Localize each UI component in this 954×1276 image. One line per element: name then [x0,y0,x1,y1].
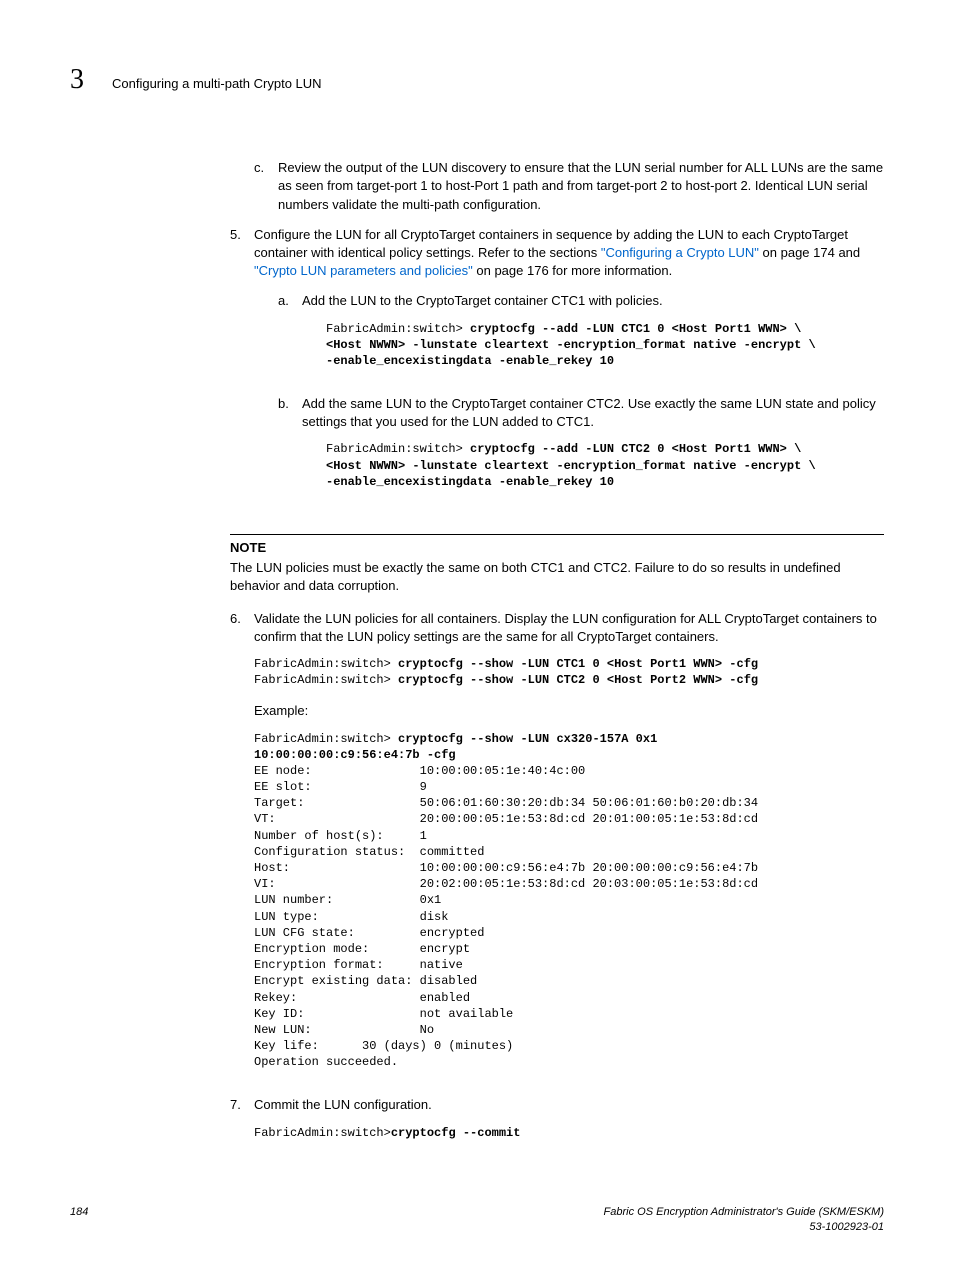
step-text: Validate the LUN policies for all contai… [254,610,884,646]
step-text: on page 174 and [759,245,860,260]
step-5a: a. Add the LUN to the CryptoTarget conta… [278,292,884,383]
example-label: Example: [254,702,884,720]
list-marker: c. [254,159,278,214]
list-marker: 7. [230,1096,254,1154]
code-block: FabricAdmin:switch> cryptocfg --show -LU… [254,656,884,688]
footer-title: Fabric OS Encryption Administrator's Gui… [604,1205,884,1220]
prompt: FabricAdmin:switch> [326,322,470,336]
chapter-number: 3 [70,60,84,99]
note-text: The LUN policies must be exactly the sam… [230,559,884,595]
step-text: Add the LUN to the CryptoTarget containe… [302,292,884,310]
command-output: EE node: 10:00:00:05:1e:40:4c:00 EE slot… [254,764,758,1069]
step-text: on page 176 for more information. [473,263,672,278]
header-title: Configuring a multi-path Crypto LUN [112,75,322,93]
page-footer: 184 Fabric OS Encryption Administrator's… [70,1205,884,1236]
list-marker: 5. [230,226,254,516]
page-header: 3 Configuring a multi-path Crypto LUN [70,60,884,99]
step-text: Review the output of the LUN discovery t… [278,159,884,214]
list-marker: b. [278,395,302,504]
main-content-cont: 6. Validate the LUN policies for all con… [230,610,884,1155]
code-block: FabricAdmin:switch> cryptocfg --add -LUN… [326,441,884,490]
note-title: NOTE [230,539,884,557]
main-content: c. Review the output of the LUN discover… [230,159,884,516]
step-text: Commit the LUN configuration. [254,1096,884,1114]
step-7: 7. Commit the LUN configuration. FabricA… [230,1096,884,1154]
prompt: FabricAdmin:switch> [254,657,398,671]
prompt: FabricAdmin:switch> [326,442,470,456]
link-configuring-crypto-lun[interactable]: "Configuring a Crypto LUN" [601,245,759,260]
step-5: 5. Configure the LUN for all CryptoTarge… [230,226,884,516]
command: cryptocfg --show -LUN CTC1 0 <Host Port1… [398,657,758,671]
list-marker: a. [278,292,302,383]
prompt: FabricAdmin:switch> [254,732,398,746]
code-block: FabricAdmin:switch> cryptocfg --show -LU… [254,731,884,1071]
step-c: c. Review the output of the LUN discover… [254,159,884,214]
note-block: NOTE The LUN policies must be exactly th… [230,534,884,596]
prompt: FabricAdmin:switch> [254,1126,391,1140]
note-rule [230,534,884,535]
page-number: 184 [70,1205,88,1236]
command: cryptocfg --show -LUN CTC2 0 <Host Port2… [398,673,758,687]
step-6: 6. Validate the LUN policies for all con… [230,610,884,1085]
code-block: FabricAdmin:switch> cryptocfg --add -LUN… [326,321,884,370]
step-text: Add the same LUN to the CryptoTarget con… [302,395,884,431]
list-marker: 6. [230,610,254,1085]
command: cryptocfg --commit [391,1126,521,1140]
footer-docnum: 53-1002923-01 [604,1220,884,1235]
link-crypto-lun-parameters[interactable]: "Crypto LUN parameters and policies" [254,263,473,278]
code-block: FabricAdmin:switch>cryptocfg --commit [254,1125,884,1141]
prompt: FabricAdmin:switch> [254,673,398,687]
step-5b: b. Add the same LUN to the CryptoTarget … [278,395,884,504]
